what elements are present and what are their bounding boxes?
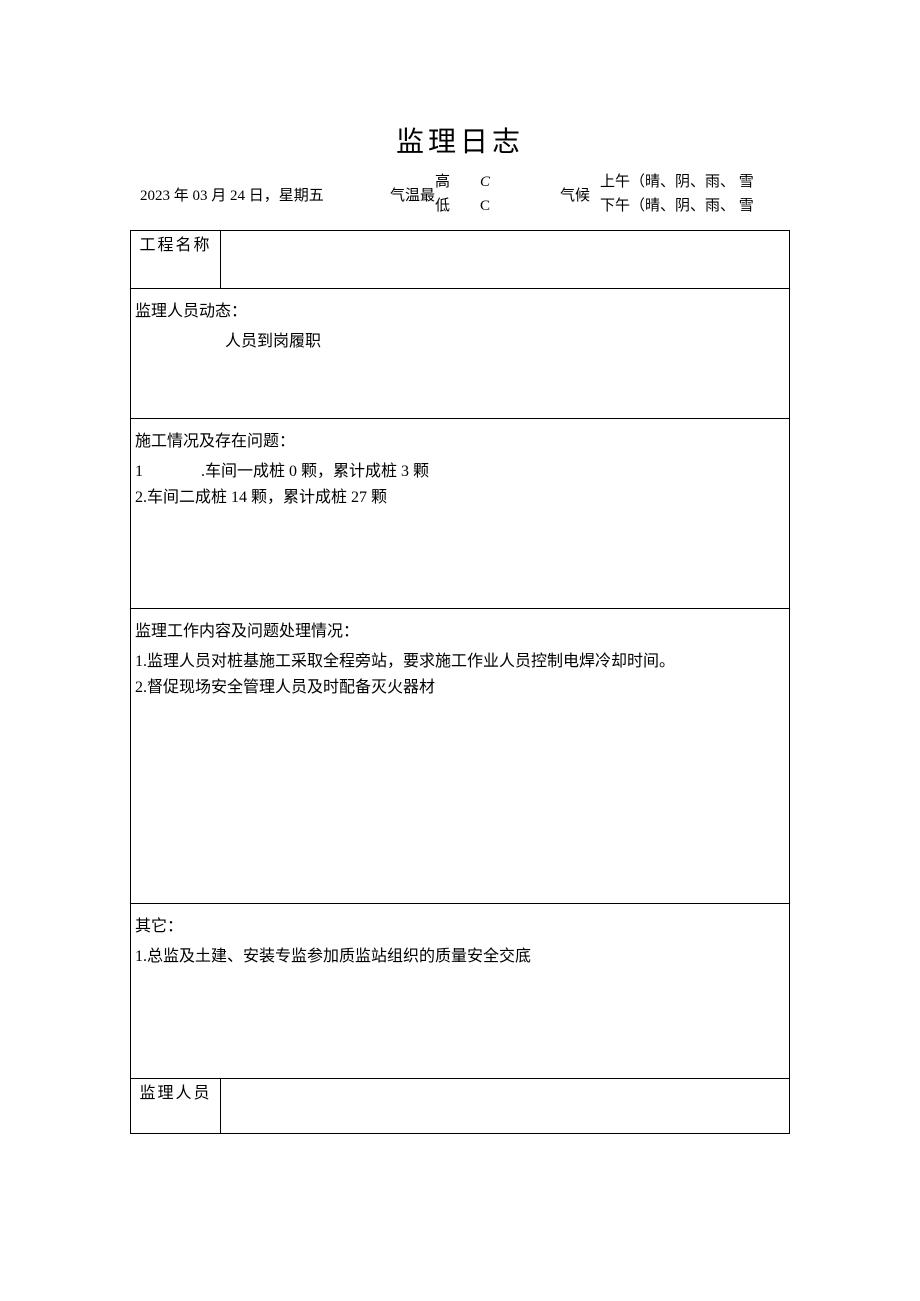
list-item: 1.总监及土建、安装专监参加质监站组织的质量安全交底 [135,944,785,970]
table-row: 监理工作内容及问题处理情况： 1.监理人员对桩基施工采取全程旁站，要求施工作业人… [131,609,790,904]
temp-high-label: 高 [435,170,450,194]
temp-low-label: 低 [435,194,450,218]
table-row: 施工情况及存在问题： 1 .车间一成桩 0 颗，累计成桩 3 颗 2.车间二成桩… [131,419,790,609]
item-text: .车间一成桩 0 颗，累计成桩 3 颗 [201,459,429,485]
personnel-heading: 监理人员动态： [135,299,785,325]
personnel-line: 人员到岗履职 [135,329,785,355]
temp-label: 气温最 [390,170,435,218]
project-name-label: 工程名称 [131,231,221,289]
construction-heading: 施工情况及存在问题： [135,429,785,455]
table-row: 监理人员 [131,1079,790,1134]
temp-high-unit: C [480,170,490,194]
list-item: 2.督促现场安全管理人员及时配备灭火器材 [135,675,785,701]
item-number: 1 [135,459,145,485]
weather-label: 气候 [560,170,590,218]
weather-am: 上午（晴、阴、雨、 雪 [600,170,754,194]
construction-section: 施工情况及存在问题： 1 .车间一成桩 0 颗，累计成桩 3 颗 2.车间二成桩… [131,419,789,521]
header-meta: 2023 年 03 月 24 日，星期五 气温最 高 C 低 C 气候 上午（晴… [130,170,790,218]
list-item: 2.车间二成桩 14 颗，累计成桩 27 颗 [135,485,785,511]
page-title: 监理日志 [130,120,790,160]
other-section: 其它： 1.总监及土建、安装专监参加质监站组织的质量安全交底 [131,904,789,980]
table-row: 工程名称 [131,231,790,289]
supervision-section: 监理工作内容及问题处理情况： 1.监理人员对桩基施工采取全程旁站，要求施工作业人… [131,609,789,711]
signer-value [221,1079,790,1134]
weather-block: 气候 上午（晴、阴、雨、 雪 下午（晴、阴、雨、 雪 [560,170,754,218]
temp-low-unit: C [480,194,490,218]
project-name-value [221,231,790,289]
table-row: 其它： 1.总监及土建、安装专监参加质监站组织的质量安全交底 [131,904,790,1079]
log-table: 工程名称 监理人员动态： 人员到岗履职 施工情况及存在问题： 1 .车间一成桩 … [130,230,790,1134]
list-item: 1.监理人员对桩基施工采取全程旁站，要求施工作业人员控制电焊冷却时间。 [135,649,785,675]
temperature-block: 气温最 高 C 低 C [390,170,560,218]
supervision-heading: 监理工作内容及问题处理情况： [135,619,785,645]
other-heading: 其它： [135,914,785,940]
date-text: 2023 年 03 月 24 日，星期五 [130,184,390,205]
table-row: 监理人员动态： 人员到岗履职 [131,289,790,419]
list-item: 1 .车间一成桩 0 颗，累计成桩 3 颗 [135,459,785,485]
weather-pm: 下午（晴、阴、雨、 雪 [600,194,754,218]
personnel-section: 监理人员动态： 人员到岗履职 [131,289,789,365]
signer-label: 监理人员 [131,1079,221,1134]
